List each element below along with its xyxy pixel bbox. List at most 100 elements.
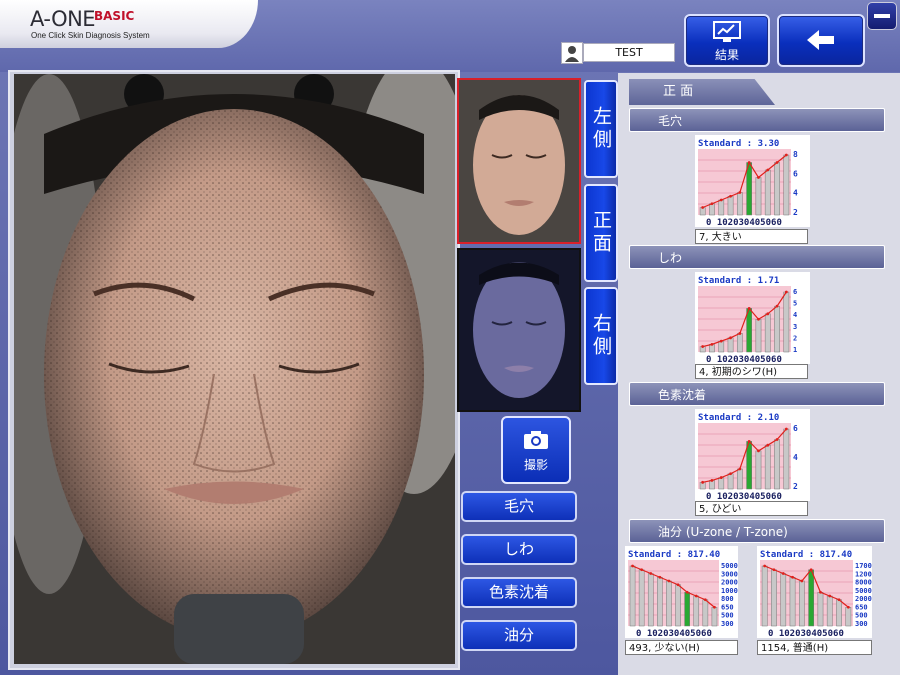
chart-trend-point bbox=[729, 336, 732, 340]
chart-trend-point bbox=[719, 198, 723, 202]
chart-trend-point bbox=[719, 476, 723, 479]
chart-trend-point bbox=[766, 168, 770, 172]
chart-y-tick: 800 bbox=[721, 595, 734, 603]
tab-left-side[interactable]: 左側 bbox=[584, 80, 618, 178]
thumbnail-front-uv[interactable] bbox=[457, 248, 581, 412]
chart-bar bbox=[764, 169, 771, 216]
chart-trend-point bbox=[710, 479, 714, 482]
chart-y-tick: 500 bbox=[855, 612, 868, 620]
chart-svg: Standard : 3.30 8 6 4 2 0 102030405060 bbox=[695, 135, 810, 228]
chart-bar bbox=[774, 162, 780, 216]
chart-bar bbox=[736, 468, 743, 490]
section-pigmentation-header: 色素沈着 bbox=[629, 382, 885, 406]
chart-bar bbox=[764, 444, 771, 490]
category-wrinkles-button[interactable]: しわ bbox=[461, 534, 577, 565]
capture-button[interactable]: 撮影 bbox=[501, 416, 571, 484]
chart-bar bbox=[755, 450, 762, 490]
category-oil-button[interactable]: 油分 bbox=[461, 620, 577, 651]
chart-y-tick: 650 bbox=[721, 603, 734, 611]
tab-right-side[interactable]: 右側 bbox=[584, 287, 618, 385]
chart-trend-point bbox=[757, 449, 760, 453]
user-icon bbox=[561, 42, 583, 64]
chart-bar bbox=[783, 154, 790, 216]
chart-bar bbox=[755, 177, 762, 216]
chart-bar bbox=[718, 477, 725, 490]
chart-trend-point bbox=[747, 306, 751, 310]
chart-svg: Standard : 2.10 6 4 2 0 102030405060 bbox=[695, 409, 810, 502]
view-tab-front[interactable]: 正 面 bbox=[629, 79, 775, 105]
chart-trend-point bbox=[719, 339, 723, 343]
chart-y-tick: 4 bbox=[793, 453, 798, 462]
results-button[interactable]: 結果 bbox=[684, 14, 770, 67]
oil-uzone-chart: Standard : 817.40 5000 3000 2000 1000 800 650 5… bbox=[625, 546, 738, 639]
chart-bar bbox=[826, 595, 833, 627]
main-face-photo[interactable] bbox=[14, 74, 455, 664]
chart-title: Standard : 1.71 bbox=[698, 276, 779, 286]
chart-trend-point bbox=[766, 312, 770, 316]
arrow-left-icon bbox=[807, 30, 834, 50]
chart-y-tick: 3 bbox=[793, 323, 797, 331]
user-name-field[interactable]: TEST bbox=[583, 43, 675, 62]
chart-trend-point bbox=[694, 594, 698, 598]
chart-y-tick: 2 bbox=[793, 334, 797, 342]
chart-title: Standard : 817.40 bbox=[760, 550, 852, 560]
chart-bar bbox=[711, 607, 718, 627]
chart-bar bbox=[727, 473, 734, 490]
back-button[interactable] bbox=[777, 14, 865, 67]
minimize-icon bbox=[874, 14, 890, 18]
chart-bar bbox=[817, 592, 824, 627]
pores-chart: Standard : 3.30 8 6 4 2 0 102030405060 bbox=[695, 135, 810, 228]
category-pores-button[interactable]: 毛穴 bbox=[461, 491, 577, 522]
chart-trend-point bbox=[729, 472, 732, 476]
chart-y-tick: 8 bbox=[793, 150, 798, 159]
chart-bar bbox=[789, 577, 796, 627]
category-pigmentation-button[interactable]: 色素沈着 bbox=[461, 577, 577, 608]
chart-trend-point bbox=[800, 579, 804, 583]
minimize-button[interactable] bbox=[867, 2, 897, 30]
app-edition: BASIC bbox=[94, 9, 135, 23]
section-pores-header: 毛穴 bbox=[629, 108, 885, 132]
chart-trend-point bbox=[809, 568, 813, 572]
chart-trend-point bbox=[701, 480, 705, 484]
chart-bar bbox=[718, 199, 725, 216]
chart-y-tick: 5 bbox=[793, 300, 797, 308]
chart-trend-point bbox=[772, 568, 776, 572]
chart-x-tick: 0 102030405060 bbox=[706, 218, 782, 227]
chart-trend-point bbox=[713, 605, 716, 609]
chart-y-tick: 2000 bbox=[721, 579, 738, 587]
chart-bar bbox=[675, 584, 681, 627]
chart-trend-point bbox=[791, 575, 794, 579]
tab-front[interactable]: 正面 bbox=[584, 184, 618, 282]
chart-trend-point bbox=[784, 153, 788, 157]
chart-bar bbox=[657, 577, 663, 627]
chart-trend-point bbox=[703, 598, 707, 602]
chart-trend-point bbox=[747, 439, 751, 443]
chart-y-tick: 650 bbox=[855, 603, 868, 611]
chart-y-tick: 6 bbox=[793, 424, 798, 433]
chart-y-tick: 17000 bbox=[855, 562, 872, 570]
chart-bar bbox=[702, 599, 709, 627]
chart-bar bbox=[783, 428, 790, 490]
wrinkles-chart: Standard : 1.71 6 5 4 3 2 1 0 102030405060 bbox=[695, 272, 810, 365]
chart-svg: Standard : 817.4017000120008000500020006… bbox=[757, 546, 876, 639]
chart-y-tick: 3000 bbox=[721, 570, 738, 578]
chart-trend-point bbox=[676, 583, 680, 587]
chart-bar bbox=[647, 573, 654, 627]
chart-bar bbox=[629, 565, 636, 627]
thumbnail-front-normal[interactable] bbox=[457, 78, 581, 244]
chart-y-tick: 500 bbox=[721, 612, 734, 620]
chart-y-tick: 8000 bbox=[855, 579, 872, 587]
chart-y-tick: 2 bbox=[793, 482, 798, 491]
chart-bar bbox=[638, 569, 645, 627]
chart-x-tick: 0 102030405060 bbox=[768, 629, 844, 638]
chart-bar bbox=[736, 192, 743, 216]
wrinkles-result: 4, 初期のシワ(H) bbox=[695, 364, 808, 379]
pigmentation-chart: Standard : 2.10 6 4 2 0 102030405060 bbox=[695, 409, 810, 502]
chart-trend-point bbox=[757, 176, 760, 179]
chart-y-tick: 5000 bbox=[721, 562, 738, 570]
chart-bar bbox=[764, 313, 771, 353]
chart-bar bbox=[727, 337, 734, 353]
chart-bar bbox=[845, 607, 852, 627]
chart-trend-point bbox=[747, 161, 751, 164]
chart-y-tick: 5000 bbox=[855, 587, 872, 595]
